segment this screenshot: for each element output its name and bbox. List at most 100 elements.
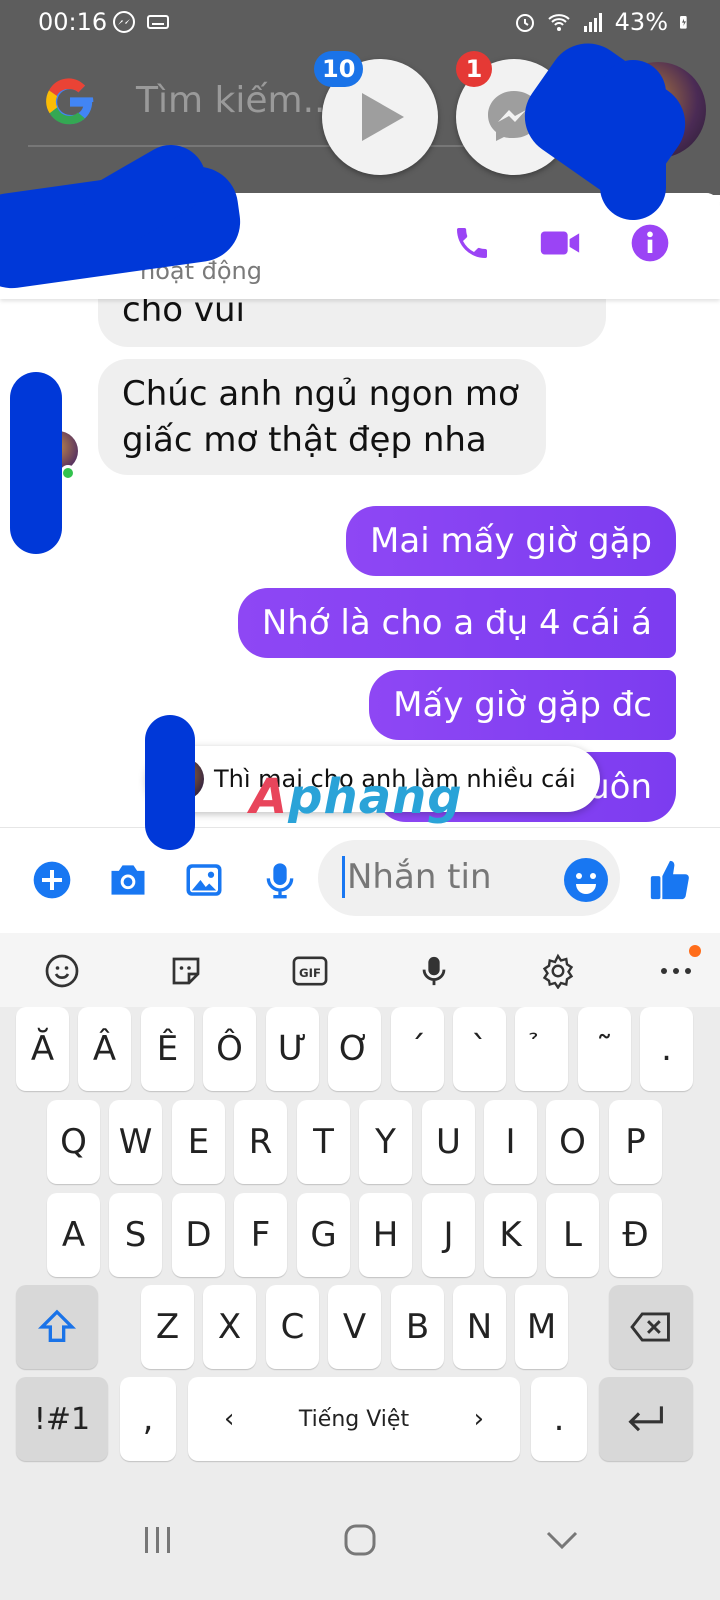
message-bubble-outgoing[interactable]: Mấy giờ gặp đc bbox=[369, 670, 676, 740]
thumbs-up-icon bbox=[650, 860, 689, 900]
camera-button[interactable] bbox=[104, 856, 152, 904]
key-q[interactable]: Q bbox=[47, 1100, 100, 1184]
key-y[interactable]: Y bbox=[359, 1100, 412, 1184]
signal-icon bbox=[583, 13, 602, 32]
keyboard-emoji-button[interactable] bbox=[38, 947, 86, 995]
key-tilde[interactable]: ˜ bbox=[578, 1007, 631, 1091]
chevron-right-icon: › bbox=[473, 1404, 484, 1434]
battery-percent: 43% bbox=[614, 8, 668, 36]
key-d-stroke[interactable]: Đ bbox=[609, 1193, 662, 1277]
phone-icon bbox=[457, 228, 487, 258]
key-t[interactable]: T bbox=[297, 1100, 350, 1184]
microphone-icon bbox=[266, 863, 294, 899]
message-bubble-outgoing[interactable]: Nhớ là cho a đụ 4 cái á bbox=[237, 588, 676, 658]
video-call-button[interactable] bbox=[536, 219, 584, 267]
key-o-circumflex[interactable]: Ô bbox=[203, 1007, 256, 1091]
key-v[interactable]: V bbox=[328, 1285, 381, 1369]
emoji-icon[interactable] bbox=[562, 856, 610, 904]
message-bubble-outgoing[interactable]: Mai mấy giờ gặp bbox=[346, 506, 676, 576]
back-button[interactable] bbox=[532, 1510, 592, 1570]
alarm-icon bbox=[515, 14, 534, 32]
key-b[interactable]: B bbox=[391, 1285, 444, 1369]
emoji-icon bbox=[45, 954, 79, 988]
key-acute-accent[interactable]: ´ bbox=[391, 1007, 444, 1091]
key-m[interactable]: M bbox=[515, 1285, 568, 1369]
key-a[interactable]: A bbox=[47, 1193, 100, 1277]
voice-call-button[interactable] bbox=[448, 219, 496, 267]
keyboard-gif-button[interactable]: GIF bbox=[286, 947, 334, 995]
redaction-scribble bbox=[600, 60, 666, 220]
enter-key[interactable] bbox=[599, 1377, 693, 1461]
symbols-key[interactable]: !#1 bbox=[16, 1377, 108, 1461]
comma-key[interactable]: , bbox=[120, 1377, 176, 1461]
key-z[interactable]: Z bbox=[141, 1285, 194, 1369]
key-hook-above[interactable]: ̉ bbox=[515, 1007, 568, 1091]
key-p[interactable]: P bbox=[609, 1100, 662, 1184]
keyboard-voice-input-button[interactable] bbox=[410, 947, 458, 995]
key-o-horn[interactable]: Ơ bbox=[328, 1007, 381, 1091]
key-c[interactable]: C bbox=[266, 1285, 319, 1369]
key-l[interactable]: L bbox=[546, 1193, 599, 1277]
gear-icon bbox=[542, 953, 574, 989]
image-icon bbox=[186, 864, 222, 896]
enter-icon bbox=[628, 1406, 663, 1432]
key-h[interactable]: H bbox=[359, 1193, 412, 1277]
chat-head-video[interactable]: 10 bbox=[314, 51, 438, 175]
period-key[interactable]: . bbox=[531, 1377, 587, 1461]
key-n[interactable]: N bbox=[453, 1285, 506, 1369]
key-e-circumflex[interactable]: Ê bbox=[141, 1007, 194, 1091]
message-composer: Nhắn tin bbox=[0, 827, 720, 933]
backspace-key[interactable] bbox=[609, 1285, 693, 1369]
more-actions-button[interactable] bbox=[28, 856, 76, 904]
key-d[interactable]: D bbox=[172, 1193, 225, 1277]
home-icon bbox=[344, 1524, 376, 1556]
gif-icon: GIF bbox=[292, 956, 328, 986]
redaction-scribble bbox=[10, 372, 62, 554]
voice-message-button[interactable] bbox=[256, 856, 304, 904]
key-s[interactable]: S bbox=[109, 1193, 162, 1277]
gallery-button[interactable] bbox=[180, 856, 228, 904]
backspace-icon bbox=[630, 1312, 670, 1342]
shift-key[interactable] bbox=[16, 1285, 98, 1369]
key-u-horn[interactable]: Ư bbox=[266, 1007, 319, 1091]
recents-button[interactable] bbox=[128, 1510, 188, 1570]
key-u[interactable]: U bbox=[422, 1100, 475, 1184]
key-i[interactable]: I bbox=[484, 1100, 537, 1184]
google-logo-icon bbox=[46, 78, 94, 125]
messenger-notification-icon bbox=[113, 11, 135, 33]
key-dot-below[interactable]: . bbox=[640, 1007, 693, 1091]
status-time: 00:16 bbox=[38, 8, 108, 36]
key-k[interactable]: K bbox=[484, 1193, 537, 1277]
camera-icon bbox=[111, 865, 145, 895]
message-input-placeholder: Nhắn tin bbox=[342, 856, 492, 898]
key-r[interactable]: R bbox=[234, 1100, 287, 1184]
key-j[interactable]: J bbox=[422, 1193, 475, 1277]
recents-icon bbox=[145, 1527, 170, 1553]
key-grave-accent[interactable]: ` bbox=[453, 1007, 506, 1091]
keyboard-sticker-button[interactable] bbox=[162, 947, 210, 995]
wifi-icon bbox=[547, 14, 570, 31]
key-f[interactable]: F bbox=[234, 1193, 287, 1277]
svg-text:GIF: GIF bbox=[299, 966, 321, 980]
like-button[interactable] bbox=[646, 856, 694, 904]
online-indicator bbox=[60, 465, 76, 481]
key-x[interactable]: X bbox=[203, 1285, 256, 1369]
key-g[interactable]: G bbox=[297, 1193, 350, 1277]
sticker-icon bbox=[172, 957, 200, 985]
key-a-circumflex[interactable]: Â bbox=[78, 1007, 131, 1091]
key-o[interactable]: O bbox=[546, 1100, 599, 1184]
video-camera-icon bbox=[540, 231, 580, 255]
battery-charging-icon bbox=[680, 16, 687, 29]
key-w[interactable]: W bbox=[109, 1100, 162, 1184]
key-a-breve[interactable]: Ă bbox=[16, 1007, 69, 1091]
keyboard-toolbar: GIF bbox=[0, 933, 720, 1007]
keyboard-settings-button[interactable] bbox=[534, 947, 582, 995]
message-bubble-incoming[interactable]: Chúc anh ngủ ngon mơ giấc mơ thật đẹp nh… bbox=[98, 359, 546, 475]
space-key[interactable]: ‹ Tiếng Việt › bbox=[188, 1377, 520, 1461]
chevron-down-icon bbox=[546, 1531, 578, 1550]
conversation-info-button[interactable] bbox=[626, 219, 674, 267]
key-e[interactable]: E bbox=[172, 1100, 225, 1184]
messenger-chat-window: hoạt động cho vui Chúc anh ngủ ngon mơ g… bbox=[0, 193, 720, 933]
chevron-left-icon: ‹ bbox=[224, 1404, 235, 1434]
home-button[interactable] bbox=[330, 1510, 390, 1570]
